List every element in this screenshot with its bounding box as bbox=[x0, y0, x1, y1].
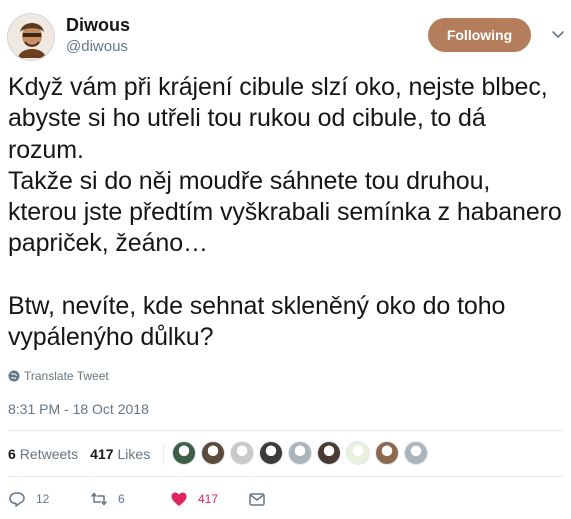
direct-message-button[interactable] bbox=[248, 488, 276, 510]
user-handle[interactable]: @diwous bbox=[66, 38, 128, 55]
retweets-label: Retweets bbox=[19, 446, 79, 462]
translate-tweet-link[interactable]: Translate Tweet bbox=[8, 369, 109, 383]
retweets-count: 6 bbox=[8, 446, 16, 462]
user-name[interactable]: Diwous bbox=[66, 15, 130, 36]
user-avatar[interactable] bbox=[7, 13, 55, 61]
liker-avatars bbox=[172, 441, 433, 465]
retweet-icon bbox=[91, 492, 107, 506]
liker-avatar[interactable] bbox=[259, 441, 283, 465]
retweets-stat[interactable]: 6 Retweets bbox=[8, 446, 78, 462]
tweet-actions: 12 6 417 bbox=[8, 488, 564, 510]
globe-icon bbox=[8, 370, 20, 382]
like-count: 417 bbox=[198, 492, 219, 506]
liker-avatar[interactable] bbox=[288, 441, 312, 465]
liker-avatar[interactable] bbox=[346, 441, 370, 465]
heart-icon bbox=[171, 492, 187, 506]
translate-label: Translate Tweet bbox=[24, 369, 109, 383]
liker-avatar[interactable] bbox=[404, 441, 428, 465]
avatar-image bbox=[8, 14, 54, 60]
tweet-text: Když vám při krájení cibule slzí oko, ne… bbox=[8, 73, 562, 352]
message-icon bbox=[249, 493, 265, 506]
tweet-stats: 6 Retweets 417 Likes bbox=[8, 443, 162, 465]
likes-label: Likes bbox=[117, 446, 151, 462]
liker-avatar[interactable] bbox=[230, 441, 254, 465]
tweet-timestamp[interactable]: 8:31 PM - 18 Oct 2018 bbox=[8, 401, 149, 417]
reply-count: 12 bbox=[36, 492, 50, 506]
retweet-count: 6 bbox=[118, 492, 125, 506]
reply-button[interactable]: 12 bbox=[8, 488, 49, 510]
divider bbox=[8, 430, 564, 431]
divider bbox=[8, 476, 564, 477]
like-button[interactable]: 417 bbox=[170, 488, 218, 510]
liker-avatar[interactable] bbox=[201, 441, 225, 465]
liker-avatar[interactable] bbox=[317, 441, 341, 465]
stats-separator bbox=[163, 443, 164, 465]
likes-stat[interactable]: 417 Likes bbox=[90, 446, 150, 462]
following-button[interactable]: Following bbox=[428, 18, 531, 52]
likes-count: 417 bbox=[90, 446, 114, 462]
tweet-header: Diwous @diwous Following bbox=[0, 0, 571, 72]
liker-avatar[interactable] bbox=[172, 441, 196, 465]
chevron-down-icon[interactable] bbox=[550, 26, 566, 42]
liker-avatar[interactable] bbox=[375, 441, 399, 465]
reply-icon bbox=[9, 492, 25, 507]
retweet-button[interactable]: 6 bbox=[90, 488, 125, 510]
